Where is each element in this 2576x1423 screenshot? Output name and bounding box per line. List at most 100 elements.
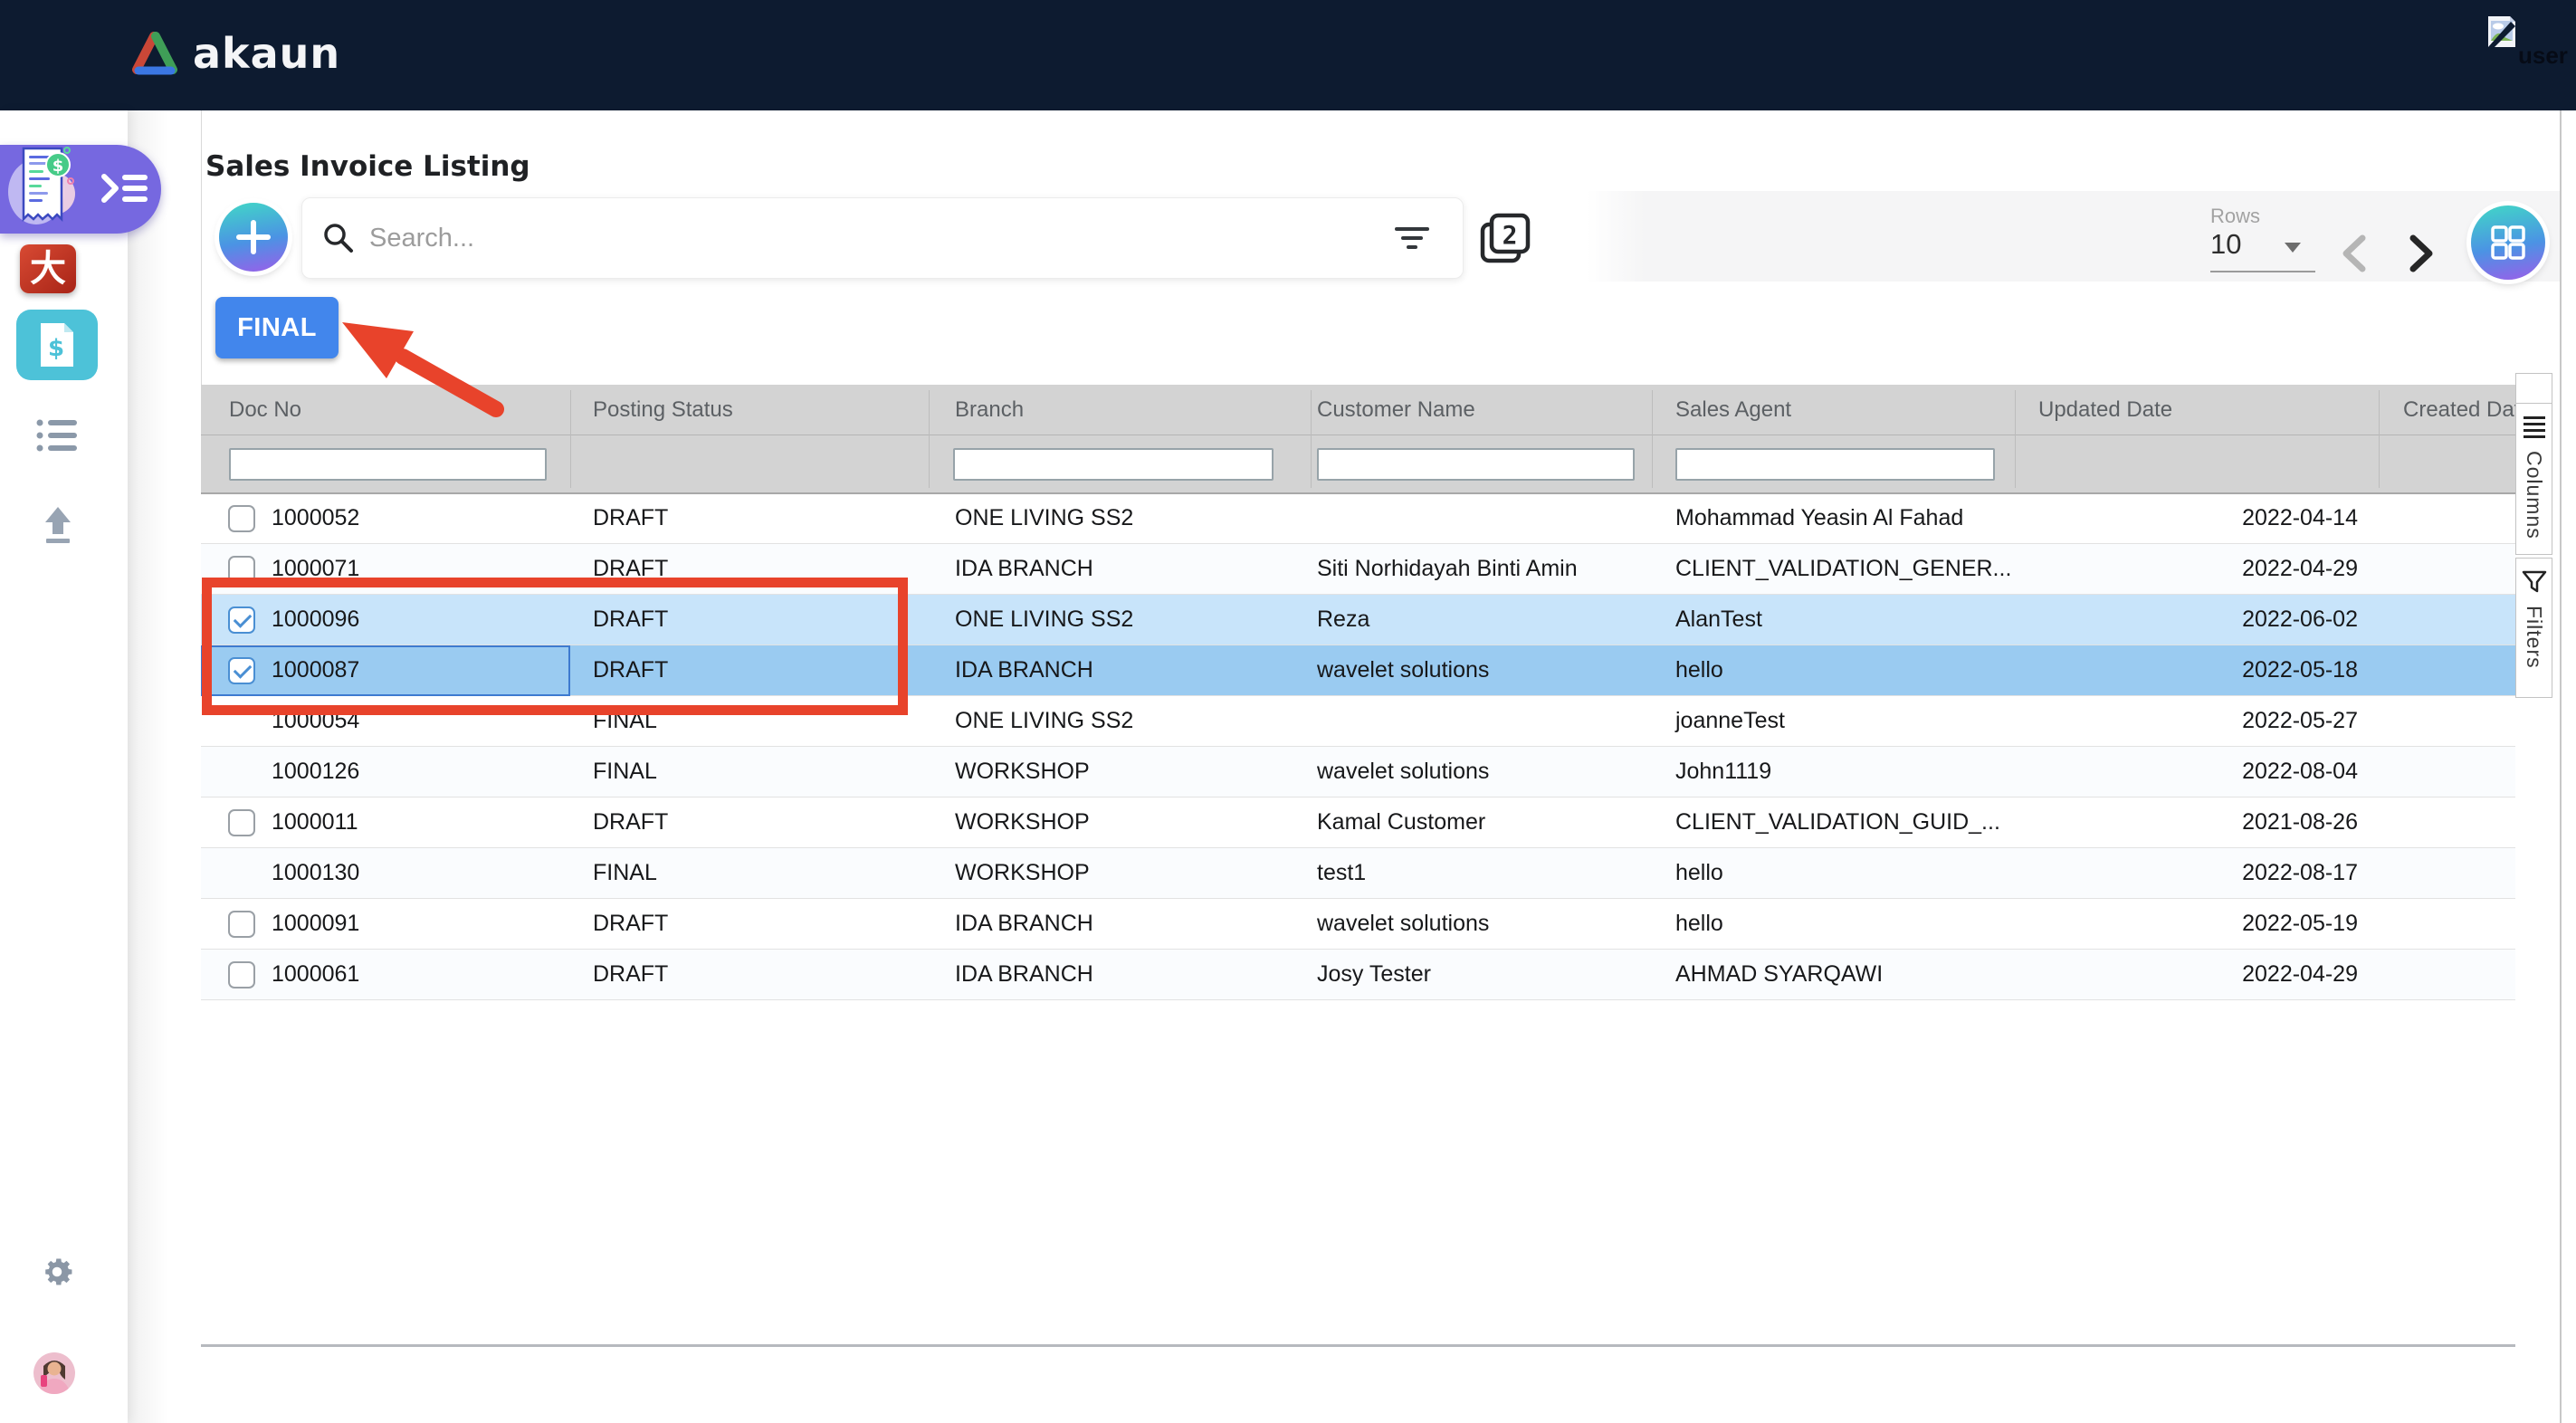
grid-view-button[interactable]	[2471, 205, 2545, 280]
cell-sales-agent: hello	[1652, 899, 2015, 950]
column-filter-input-sales-agent[interactable]	[1675, 448, 1995, 481]
doc-no-text: 1000087	[272, 657, 359, 683]
cell-doc-no: 1000054	[201, 696, 570, 747]
user-avatar[interactable]	[33, 1352, 75, 1394]
sidebar-collapse-icon[interactable]	[100, 170, 150, 206]
search-input[interactable]	[369, 224, 1394, 253]
grid-icon	[2491, 225, 2525, 260]
settings-gear-icon[interactable]	[38, 1253, 76, 1291]
cell-updated: 2022-08-04	[2015, 747, 2379, 797]
cell-posting-status: DRAFT	[570, 544, 929, 595]
rows-per-page-label: Rows	[2210, 205, 2260, 228]
column-filter-input-doc-no[interactable]	[229, 448, 547, 481]
column-header-doc-no[interactable]: Doc No	[201, 385, 570, 435]
sidebar-item-red-app[interactable]: 大	[20, 244, 76, 293]
select-underline	[2210, 271, 2315, 272]
row-checkbox[interactable]	[228, 961, 255, 988]
column-separator	[2379, 390, 2380, 488]
tab-filters-label: Filters	[2522, 606, 2546, 669]
row-checkbox[interactable]	[228, 809, 255, 836]
tab-filters[interactable]: Filters	[2515, 558, 2552, 698]
cell-updated: 2022-04-29	[2015, 544, 2379, 595]
sidebar-item-list-icon[interactable]	[36, 418, 80, 453]
cell-sales-agent: CLIENT_VALIDATION_GENER...	[1652, 544, 2015, 595]
cell-customer: test1	[1311, 848, 1652, 899]
invoice-table: Doc NoPosting StatusBranchCustomer NameS…	[201, 385, 2515, 1347]
cell-created	[2379, 696, 2515, 747]
table-row[interactable]: 1000096DRAFTONE LIVING SS2RezaAlanTest20…	[201, 595, 2515, 645]
sidebar-item-upload-icon[interactable]	[42, 505, 74, 545]
doc-no-text: 1000091	[272, 911, 359, 937]
cell-customer	[1311, 696, 1652, 747]
column-header-customer-name[interactable]: Customer Name	[1311, 385, 1652, 435]
rows-per-page-select[interactable]: 10	[2210, 228, 2315, 272]
table-row[interactable]: 1000054FINALONE LIVING SS2joanneTest2022…	[201, 696, 2515, 747]
column-header-updated-date[interactable]: Updated Date	[2015, 385, 2379, 435]
table-row[interactable]: 1000091DRAFTIDA BRANCHwavelet solutionsh…	[201, 899, 2515, 950]
cell-updated: 2022-05-19	[2015, 899, 2379, 950]
table-row[interactable]: 1000126FINALWORKSHOPwavelet solutionsJoh…	[201, 747, 2515, 797]
filter-cell-customer-name	[1311, 435, 1652, 493]
cell-posting-status: FINAL	[570, 848, 929, 899]
cell-created	[2379, 493, 2515, 544]
brand-logo: akaun	[131, 29, 340, 78]
cell-doc-no: 1000011	[201, 797, 570, 848]
row-checkbox[interactable]	[228, 556, 255, 583]
brand-name: akaun	[193, 29, 340, 78]
sidebar-module-banner[interactable]: $	[0, 145, 161, 234]
top-navbar: akaun user	[0, 0, 2576, 110]
cell-branch: IDA BRANCH	[929, 950, 1311, 1000]
search-icon	[322, 222, 355, 254]
add-invoice-button[interactable]	[219, 203, 288, 272]
duplicate-pages-icon[interactable]: 2	[1477, 210, 1533, 266]
table-row[interactable]: 1000052DRAFTONE LIVING SS2Mohammad Yeasi…	[201, 493, 2515, 544]
cell-posting-status: DRAFT	[570, 493, 929, 544]
column-filter-input-customer-name[interactable]	[1317, 448, 1635, 481]
invoice-illustration-icon: $	[7, 139, 78, 234]
sidebar-item-invoice-app[interactable]: $	[16, 310, 98, 380]
table-row[interactable]: 1000061DRAFTIDA BRANCHJosy TesterAHMAD S…	[201, 950, 2515, 1000]
cell-created	[2379, 950, 2515, 1000]
column-header-posting-status[interactable]: Posting Status	[570, 385, 929, 435]
cell-branch: IDA BRANCH	[929, 899, 1311, 950]
prev-page-button[interactable]	[2339, 234, 2368, 273]
next-page-button[interactable]	[2408, 234, 2437, 273]
row-checkbox[interactable]	[228, 606, 255, 634]
cell-doc-no: 1000130	[201, 848, 570, 899]
cell-posting-status: DRAFT	[570, 645, 929, 696]
table-row[interactable]: 1000087DRAFTIDA BRANCHwavelet solutionsh…	[201, 645, 2515, 696]
doc-no-text: 1000061	[272, 961, 359, 988]
cell-sales-agent: AlanTest	[1652, 595, 2015, 645]
column-separator	[1311, 390, 1312, 488]
table-row[interactable]: 1000130FINALWORKSHOPtest1hello2022-08-17	[201, 848, 2515, 899]
cell-posting-status: FINAL	[570, 747, 929, 797]
cell-customer	[1311, 493, 1652, 544]
scrollbar-track[interactable]	[2560, 110, 2562, 1423]
final-filter-button[interactable]: FINAL	[215, 297, 339, 358]
cell-customer: wavelet solutions	[1311, 747, 1652, 797]
column-filter-input-branch[interactable]	[953, 448, 1274, 481]
akaun-triangle-icon	[131, 32, 178, 75]
column-header-sales-agent[interactable]: Sales Agent	[1652, 385, 2015, 435]
cell-customer: Josy Tester	[1311, 950, 1652, 1000]
tab-columns[interactable]: Columns	[2515, 403, 2552, 555]
svg-text:$: $	[48, 335, 64, 362]
sort-filter-icon[interactable]	[1394, 225, 1430, 251]
row-checkbox[interactable]	[228, 505, 255, 532]
row-checkbox[interactable]	[228, 657, 255, 684]
columns-icon	[2523, 415, 2546, 440]
user-menu[interactable]: user	[2485, 14, 2575, 78]
table-header: Doc NoPosting StatusBranchCustomer NameS…	[201, 385, 2515, 493]
cell-customer: wavelet solutions	[1311, 899, 1652, 950]
rows-per-page-value: 10	[2210, 228, 2241, 260]
cell-sales-agent: hello	[1652, 645, 2015, 696]
column-header-branch[interactable]: Branch	[929, 385, 1311, 435]
cell-posting-status: DRAFT	[570, 797, 929, 848]
column-header-created-date[interactable]: Created Date	[2379, 385, 2515, 435]
cell-updated: 2021-08-26	[2015, 797, 2379, 848]
table-row[interactable]: 1000071DRAFTIDA BRANCHSiti Norhidayah Bi…	[201, 544, 2515, 595]
table-body: 1000052DRAFTONE LIVING SS2Mohammad Yeasi…	[201, 493, 2515, 1000]
chevron-down-icon	[2285, 243, 2301, 253]
row-checkbox[interactable]	[228, 911, 255, 938]
table-row[interactable]: 1000011DRAFTWORKSHOPKamal CustomerCLIENT…	[201, 797, 2515, 848]
